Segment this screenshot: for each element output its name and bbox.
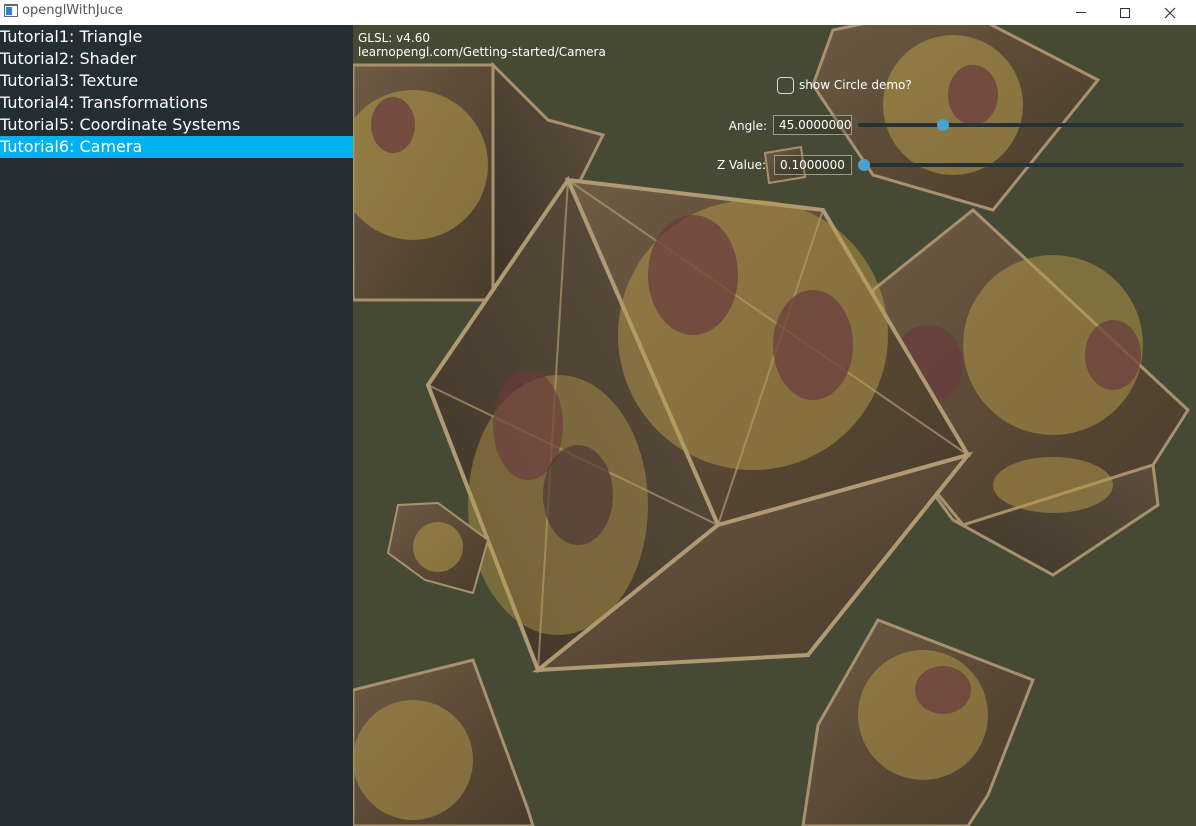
app-window-icon xyxy=(4,4,18,17)
circle-demo-label: show Circle demo? xyxy=(799,78,912,92)
window-title: openglWithJuce xyxy=(22,3,124,18)
angle-slider-thumb[interactable] xyxy=(936,119,949,131)
maximize-button[interactable] xyxy=(1102,0,1148,25)
cube-bottom-right xyxy=(801,618,1035,826)
tutorial-item-triangle[interactable]: Tutorial1: Triangle xyxy=(0,26,353,48)
tutorial-item-shader[interactable]: Tutorial2: Shader xyxy=(0,48,353,70)
angle-label: Angle: xyxy=(728,119,767,133)
tutorial-item-transformations[interactable]: Tutorial4: Transformations xyxy=(0,92,353,114)
angle-value-box[interactable]: 45.0000000 xyxy=(773,115,852,135)
tutorial-item-coordinate-systems[interactable]: Tutorial5: Coordinate Systems xyxy=(0,114,353,136)
minimize-icon xyxy=(1076,12,1086,13)
maximize-icon xyxy=(1120,7,1130,18)
z-value-box[interactable]: 0.1000000 xyxy=(774,155,852,175)
close-button[interactable] xyxy=(1147,0,1193,25)
z-value-slider-thumb[interactable] xyxy=(858,159,870,171)
opengl-viewport[interactable]: GLSL: v4.60 learnopengl.com/Getting-star… xyxy=(353,25,1196,826)
z-value-slider-track[interactable] xyxy=(858,163,1184,167)
rendered-cube-scene xyxy=(353,25,1190,826)
cube-top-right xyxy=(811,25,1101,212)
glsl-version-label: GLSL: v4.60 xyxy=(358,31,430,45)
close-icon xyxy=(1164,7,1176,18)
minimize-button[interactable] xyxy=(1058,0,1104,25)
circle-demo-checkbox[interactable] xyxy=(777,77,794,94)
tutorial-url-label: learnopengl.com/Getting-started/Camera xyxy=(358,45,606,59)
tutorial-list: Tutorial1: Triangle Tutorial2: Shader Tu… xyxy=(0,25,353,826)
z-value-label: Z Value: xyxy=(716,158,766,172)
title-bar: openglWithJuce xyxy=(0,0,1196,25)
angle-slider-track[interactable] xyxy=(858,123,1184,127)
tutorial-item-camera[interactable]: Tutorial6: Camera xyxy=(0,136,353,158)
cube-bottom-left xyxy=(353,658,535,826)
tutorial-item-texture[interactable]: Tutorial3: Texture xyxy=(0,70,353,92)
